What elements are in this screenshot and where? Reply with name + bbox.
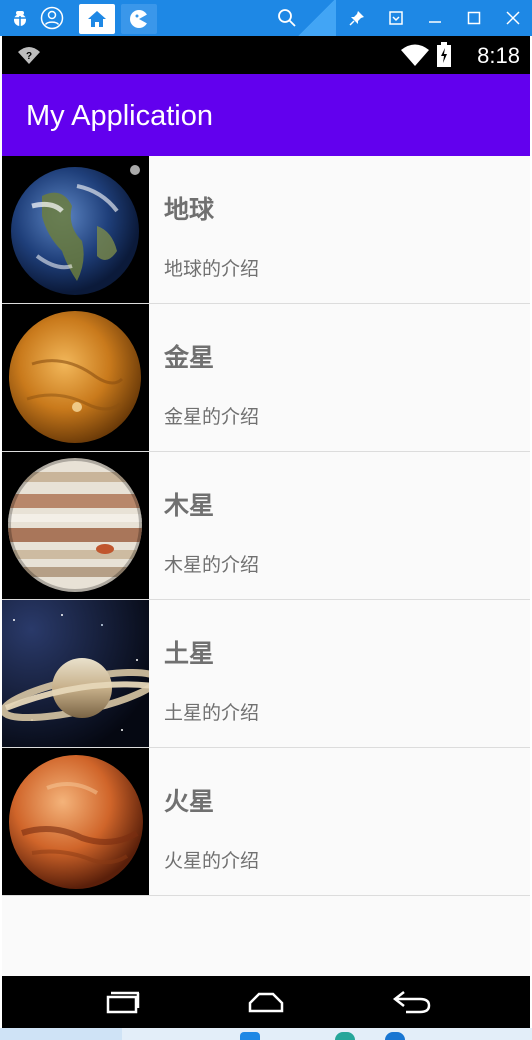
- pin-icon[interactable]: [337, 0, 376, 36]
- user-icon[interactable]: [40, 6, 64, 30]
- app-title: My Application: [26, 100, 213, 132]
- collapse-icon[interactable]: [376, 0, 415, 36]
- status-time: 8:18: [477, 43, 520, 68]
- recents-icon[interactable]: [92, 986, 152, 1018]
- planet-description: 地球的介绍: [164, 259, 260, 280]
- planet-image-venus: [2, 304, 149, 451]
- home-tab-icon[interactable]: [79, 4, 115, 34]
- svg-text:?: ?: [26, 51, 32, 62]
- device-screen: ? 8:18 My Application 地球 地球的介绍 金星 金星的介绍 …: [2, 36, 530, 1028]
- home-icon[interactable]: [236, 986, 296, 1018]
- app-tab-icon[interactable]: [121, 4, 157, 34]
- planet-description: 火星的介绍: [164, 851, 260, 872]
- planet-description: 木星的介绍: [164, 555, 260, 576]
- wifi-icon: [400, 43, 430, 72]
- planet-name: 金星: [164, 344, 215, 372]
- navigation-bar: [2, 976, 530, 1028]
- planet-name: 火星: [164, 788, 215, 816]
- planet-description: 土星的介绍: [164, 703, 260, 724]
- minimize-icon[interactable]: [415, 0, 454, 36]
- planet-name: 木星: [164, 492, 215, 520]
- search-icon[interactable]: [275, 6, 299, 30]
- planet-image-saturn: [2, 600, 149, 747]
- planet-image-earth: [2, 156, 149, 303]
- list-item[interactable]: 火星 火星的介绍: [2, 748, 530, 896]
- planet-image-jupiter: [2, 452, 149, 599]
- planet-list: 地球 地球的介绍 金星 金星的介绍 木星 木星的介绍 土星 土星的介绍 火星 火…: [2, 156, 530, 896]
- maximize-icon[interactable]: [454, 0, 493, 36]
- emulator-title-bar: [0, 0, 532, 36]
- planet-image-mars: [2, 748, 149, 895]
- planet-description: 金星的介绍: [164, 407, 260, 428]
- list-item[interactable]: 金星 金星的介绍: [2, 304, 530, 452]
- list-item[interactable]: 土星 土星的介绍: [2, 600, 530, 748]
- title-bar-divider: [296, 0, 336, 36]
- window-controls: [337, 0, 532, 36]
- status-bar: ? 8:18: [2, 36, 530, 74]
- taskbar-app-icon[interactable]: [385, 1032, 405, 1040]
- no-signal-icon: ?: [16, 44, 42, 71]
- debug-icon[interactable]: [8, 6, 32, 30]
- taskbar-app-icon[interactable]: [240, 1032, 260, 1040]
- back-icon[interactable]: [382, 986, 442, 1018]
- battery-icon: [436, 42, 452, 73]
- planet-name: 土星: [164, 640, 215, 668]
- app-bar: My Application: [2, 74, 530, 156]
- close-icon[interactable]: [493, 0, 532, 36]
- taskbar-app-icon[interactable]: [335, 1032, 355, 1040]
- planet-name: 地球: [164, 196, 215, 224]
- list-item[interactable]: 木星 木星的介绍: [2, 452, 530, 600]
- list-item[interactable]: 地球 地球的介绍: [2, 156, 530, 304]
- taskbar-strip: [0, 1028, 532, 1040]
